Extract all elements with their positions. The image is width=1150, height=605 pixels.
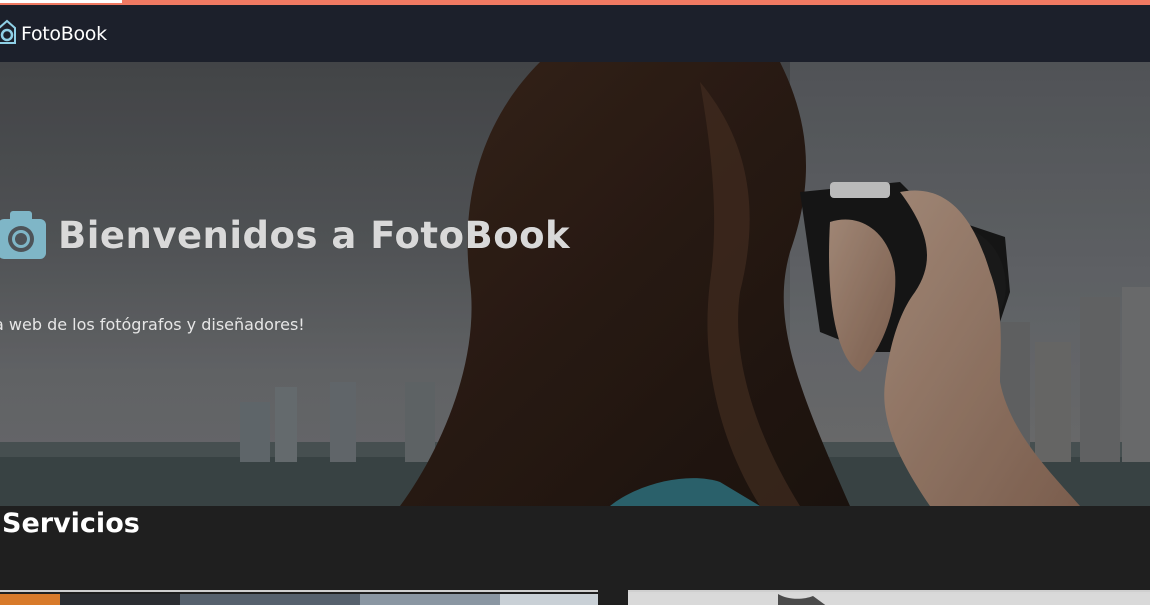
hero-title: Bienvenidos a FotoBook bbox=[58, 213, 571, 257]
camera-icon bbox=[0, 207, 48, 263]
services-section: Servicios bbox=[0, 506, 1150, 605]
brand-name: FotoBook bbox=[21, 23, 107, 45]
services-title: Servicios bbox=[2, 508, 140, 539]
hero-banner: Bienvenidos a FotoBook a web de los fotó… bbox=[0, 62, 1150, 506]
top-accent-bar-highlight bbox=[0, 0, 122, 3]
brand-link[interactable]: FotoBook bbox=[0, 19, 107, 49]
hero-subtitle: a web de los fotógrafos y diseñadores! bbox=[0, 315, 305, 334]
camera-logo-icon bbox=[0, 19, 18, 49]
navbar: FotoBook bbox=[0, 5, 1150, 62]
hero-overlay bbox=[0, 62, 1150, 506]
hero-heading: Bienvenidos a FotoBook bbox=[0, 207, 570, 263]
